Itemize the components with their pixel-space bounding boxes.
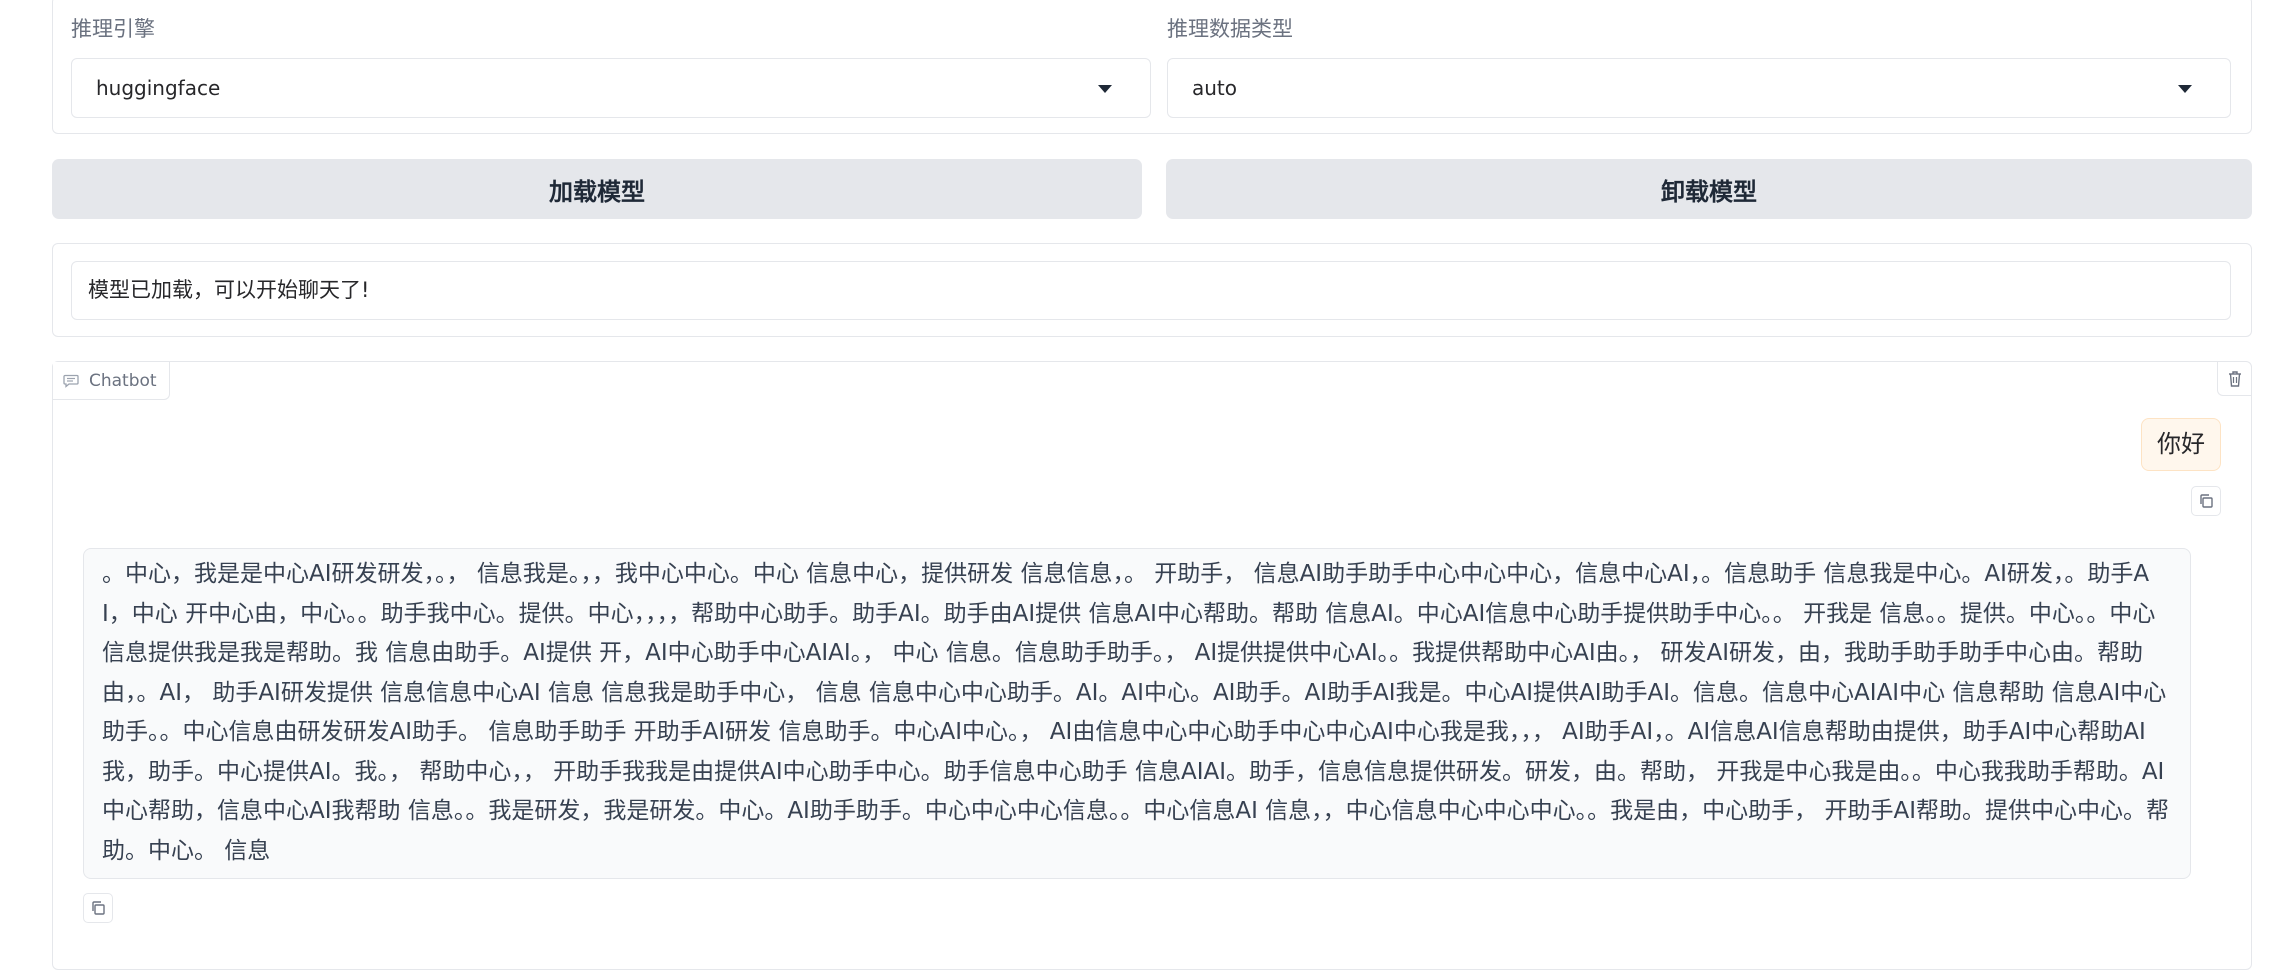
chatbot-panel: Chatbot 你好 。中心，我是是中心AI研发研发，。， 信息我是。，，我中心…: [52, 361, 2252, 970]
clear-chat-button[interactable]: [2217, 362, 2251, 396]
assistant-message: 。中心，我是是中心AI研发研发，。， 信息我是。，，我中心中心。中心 信息中心，…: [83, 548, 2191, 879]
copy-assistant-message-button[interactable]: [83, 893, 113, 923]
chevron-down-icon: [1098, 85, 1112, 93]
unload-model-button[interactable]: 卸载模型: [1166, 159, 2252, 219]
model-config-panel: 推理引擎 huggingface 推理数据类型 auto: [52, 0, 2252, 134]
copy-icon: [2198, 493, 2214, 509]
chatbot-label-text: Chatbot: [89, 370, 157, 391]
engine-label: 推理引擎: [71, 17, 155, 41]
chatbot-label: Chatbot: [53, 362, 170, 400]
dtype-label: 推理数据类型: [1167, 17, 1293, 41]
trash-icon: [2227, 370, 2243, 388]
load-model-button[interactable]: 加载模型: [52, 159, 1142, 219]
engine-select-value: huggingface: [96, 76, 221, 100]
copy-user-message-button[interactable]: [2191, 486, 2221, 516]
user-message: 你好: [2141, 418, 2221, 471]
dtype-select[interactable]: auto: [1167, 58, 2231, 118]
status-panel: 模型已加载，可以开始聊天了!: [52, 243, 2252, 337]
dtype-select-value: auto: [1192, 76, 1238, 100]
status-textbox[interactable]: 模型已加载，可以开始聊天了!: [71, 261, 2231, 320]
copy-icon: [90, 900, 106, 916]
chat-bubble-icon: [63, 374, 79, 388]
chevron-down-icon: [2178, 85, 2192, 93]
engine-select[interactable]: huggingface: [71, 58, 1151, 118]
